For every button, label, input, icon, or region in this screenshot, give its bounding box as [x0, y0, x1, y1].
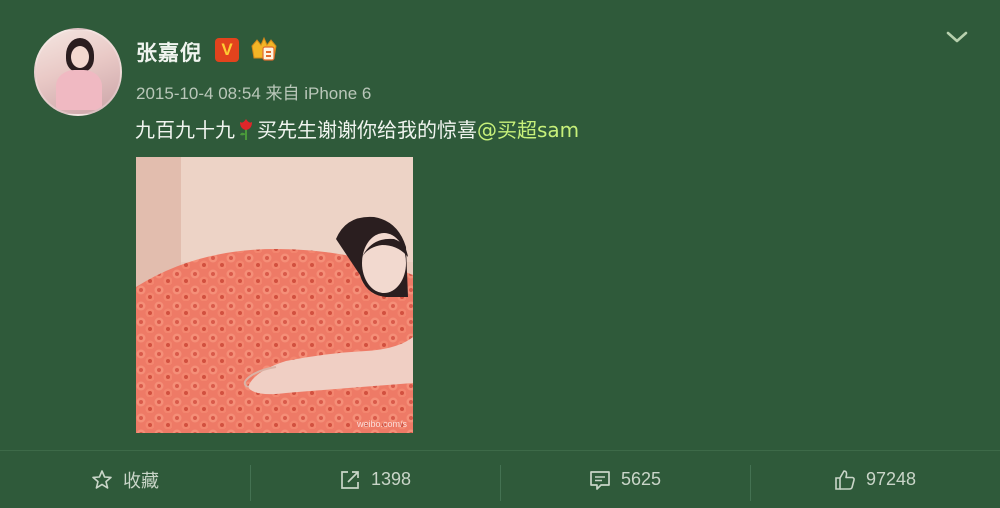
like-button[interactable]: 97248	[750, 451, 1000, 508]
rose-icon	[240, 119, 252, 140]
comment-icon	[590, 470, 610, 490]
repost-button[interactable]: 1398	[250, 451, 500, 508]
favorite-button[interactable]: 收藏	[0, 451, 250, 508]
thumbs-up-icon	[835, 469, 855, 490]
avatar[interactable]	[34, 28, 122, 116]
username[interactable]: 张嘉倪	[136, 37, 202, 67]
mention-link[interactable]: @买超sam	[477, 118, 579, 142]
like-count: 97248	[865, 469, 917, 489]
post-text: 九百九十九 买先生谢谢你给我的惊喜@买超sam	[135, 114, 579, 143]
source: 来自 iPhone 6	[265, 84, 372, 103]
repost-count: 1398	[370, 469, 412, 489]
share-arrow-icon	[341, 470, 359, 489]
post-photo[interactable]: weibo.com/s	[136, 157, 413, 433]
verified-badge-icon[interactable]: V	[215, 38, 239, 62]
favorite-label: 收藏	[123, 470, 159, 491]
post-text-before: 九百九十九	[135, 118, 235, 142]
star-icon	[92, 469, 112, 489]
crown-member-icon[interactable]	[249, 36, 279, 64]
weibo-post-card: 张嘉倪 V 2015-10-4 08:54 来自 iPhone 6 九百九十九 …	[0, 0, 1000, 508]
photo-watermark: weibo.com/s	[356, 419, 407, 429]
chevron-down-icon[interactable]	[944, 27, 970, 47]
post-text-after: 买先生谢谢你给我的惊喜	[257, 118, 477, 142]
post-meta: 2015-10-4 08:54 来自 iPhone 6	[136, 79, 371, 104]
photo-illustration	[136, 157, 413, 433]
comment-button[interactable]: 5625	[500, 451, 750, 508]
action-bar: 收藏 1398 5625 97248	[0, 451, 1000, 508]
timestamp[interactable]: 2015-10-4 08:54	[136, 84, 261, 103]
comment-count: 5625	[620, 469, 662, 489]
